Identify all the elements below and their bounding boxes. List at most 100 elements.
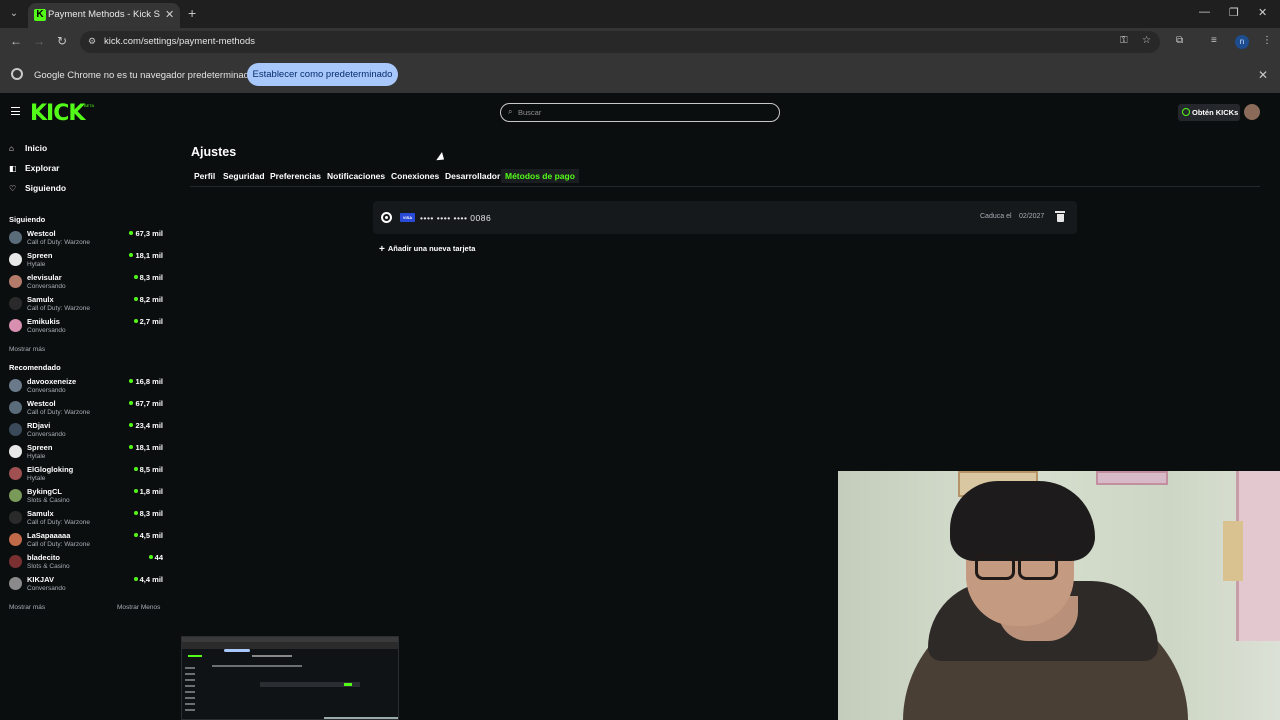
browser-tab[interactable]: K Payment Methods - Kick Strea ✕ <box>28 3 180 28</box>
following-show-more[interactable]: Mostrar más <box>9 346 45 353</box>
sidebar-channel[interactable]: davooxeneize Conversando 16,8 mil <box>9 377 163 397</box>
live-dot-icon <box>133 275 138 279</box>
sidebar-channel[interactable]: elevisular Conversando 8,3 mil <box>9 273 163 293</box>
sidebar-channel[interactable]: ElGlogloking Hytale 8,5 mil <box>9 465 163 485</box>
channel-viewers: 67,3 mil <box>129 229 163 238</box>
channel-category: Conversando <box>27 327 66 334</box>
nav-label: Siguiendo <box>25 183 67 193</box>
sidebar-channel[interactable]: KIKJAV Conversando 4,4 mil <box>9 575 163 595</box>
tab-perfil[interactable]: Perfil <box>190 169 219 183</box>
sidebar-nav-siguiendo[interactable]: ♡ Siguiendo <box>9 183 66 197</box>
live-dot-icon <box>129 379 134 383</box>
sidebar-channel[interactable]: Samulx Call of Duty: Warzone 8,2 mil <box>9 295 163 315</box>
card-select-radio[interactable] <box>381 212 392 223</box>
channel-viewers: 8,3 mil <box>133 509 163 518</box>
sidebar-channel[interactable]: Westcol Call of Duty: Warzone 67,7 mil <box>9 399 163 419</box>
tab-conexiones[interactable]: Conexiones <box>387 169 443 183</box>
kicks-coin-icon <box>1182 108 1190 116</box>
sidebar-channel[interactable]: BykingCL Slots & Casino 1,8 mil <box>9 487 163 507</box>
bookmark-star-icon[interactable]: ☆ <box>1142 35 1151 46</box>
user-avatar[interactable] <box>1244 104 1260 120</box>
tabs-divider <box>190 186 1260 187</box>
plus-icon: + <box>379 244 385 255</box>
channel-avatar <box>9 275 22 288</box>
media-icon[interactable]: ≡ <box>1211 35 1217 46</box>
sidebar-channel[interactable]: Samulx Call of Duty: Warzone 8,3 mil <box>9 509 163 529</box>
payment-card-row[interactable]: VISA •••• •••• •••• 0086 Caduca el 02/20… <box>373 201 1077 234</box>
menu-dots-icon[interactable]: ⋮ <box>1262 35 1272 46</box>
channel-avatar <box>9 533 22 546</box>
recommended-show-less[interactable]: Mostrar Menos <box>117 604 160 611</box>
channel-avatar <box>9 511 22 524</box>
reload-icon[interactable]: ↻ <box>57 34 67 48</box>
channel-viewers: 8,3 mil <box>133 273 163 282</box>
set-default-button[interactable]: Establecer como predeterminado <box>247 63 398 86</box>
profile-avatar[interactable]: n <box>1235 35 1249 49</box>
tab-desarrollador[interactable]: Desarrollador <box>441 169 504 183</box>
tab-notificaciones[interactable]: Notificaciones <box>323 169 389 183</box>
recommended-show-more[interactable]: Mostrar más <box>9 604 45 611</box>
channel-viewers: 8,5 mil <box>133 465 163 474</box>
sidebar-channel[interactable]: Spreen Hytale 18,1 mil <box>9 443 163 463</box>
back-icon[interactable]: ← <box>10 34 22 48</box>
channel-avatar <box>9 401 22 414</box>
chrome-icon <box>11 68 23 80</box>
sidebar-channel[interactable]: Westcol Call of Duty: Warzone 67,3 mil <box>9 229 163 249</box>
channel-category: Call of Duty: Warzone <box>27 541 90 548</box>
restore-icon[interactable]: ❐ <box>1229 6 1239 19</box>
live-dot-icon <box>148 555 153 559</box>
beta-badge: BETA <box>84 103 95 108</box>
viewer-count: 18,1 mil <box>135 251 163 260</box>
channel-category: Hytale <box>27 453 46 460</box>
channel-name: Emikukis <box>27 317 60 326</box>
tab-search-icon[interactable]: ⌄ <box>6 6 22 22</box>
site-info-icon[interactable]: ⚙ <box>88 36 96 47</box>
minimize-icon[interactable]: — <box>1199 6 1210 18</box>
live-dot-icon <box>133 319 138 323</box>
tab-metodos-de-pago[interactable]: Métodos de pago <box>501 169 579 183</box>
channel-name: BykingCL <box>27 487 63 496</box>
channel-name: Spreen <box>27 251 53 260</box>
tab-close-icon[interactable]: ✕ <box>165 8 174 21</box>
channel-avatar <box>9 379 22 392</box>
search-input[interactable]: ⌕ Buscar <box>500 103 780 122</box>
channel-category: Call of Duty: Warzone <box>27 519 90 526</box>
viewer-count: 1,8 mil <box>139 487 163 496</box>
tab-seguridad[interactable]: Seguridad <box>219 169 269 183</box>
viewer-count: 44 <box>154 553 163 562</box>
tab-preferencias[interactable]: Preferencias <box>266 169 325 183</box>
hamburger-menu-icon[interactable] <box>11 107 20 115</box>
window-close-icon[interactable]: ✕ <box>1258 6 1267 19</box>
live-dot-icon <box>133 467 138 471</box>
password-key-icon[interactable]: ⚿ <box>1120 35 1128 46</box>
trash-icon[interactable] <box>1055 211 1065 223</box>
sidebar-nav-explorar[interactable]: ◧ Explorar <box>9 163 60 177</box>
sidebar-channel[interactable]: Spreen Hytale 18,1 mil <box>9 251 163 271</box>
sidebar: ⌂ Inicio ◧ Explorar ♡ Siguiendo Siguiendo W… <box>0 131 172 720</box>
add-card-button[interactable]: + Añadir una nueva tarjeta <box>379 244 475 255</box>
nav-label: Inicio <box>25 143 48 153</box>
webcam-overlay <box>838 471 1280 720</box>
sidebar-nav-inicio[interactable]: ⌂ Inicio <box>9 143 47 157</box>
address-bar[interactable]: ⚙ kick.com/settings/payment-methods <box>80 31 1160 53</box>
extensions-icon[interactable]: ⧉ <box>1176 35 1183 46</box>
channel-viewers: 4,4 mil <box>133 575 163 584</box>
card-number: •••• •••• •••• 0086 <box>420 213 492 223</box>
home-icon: ⌂ <box>9 144 14 153</box>
channel-name: RDjavi <box>27 421 51 430</box>
new-tab-icon[interactable]: + <box>188 5 196 21</box>
forward-icon[interactable]: → <box>33 34 45 48</box>
sidebar-channel[interactable]: LaSapaaaaa Call of Duty: Warzone 4,5 mil <box>9 531 163 551</box>
viewer-count: 67,7 mil <box>135 399 163 408</box>
channel-viewers: 8,2 mil <box>133 295 163 304</box>
kick-logo[interactable]: KICK <box>30 101 85 126</box>
get-kicks-button[interactable]: Obtén KICKs <box>1178 104 1240 121</box>
channel-category: Call of Duty: Warzone <box>27 305 90 312</box>
screen-thumbnail <box>181 636 399 720</box>
channel-name: elevisular <box>27 273 62 282</box>
sidebar-channel[interactable]: Emikukis Conversando 2,7 mil <box>9 317 163 337</box>
sidebar-channel[interactable]: RDjavi Conversando 23,4 mil <box>9 421 163 441</box>
sidebar-channel[interactable]: bladecito Slots & Casino 44 <box>9 553 163 573</box>
channel-name: Samulx <box>27 509 54 518</box>
infobar-close-icon[interactable]: ✕ <box>1258 68 1268 82</box>
